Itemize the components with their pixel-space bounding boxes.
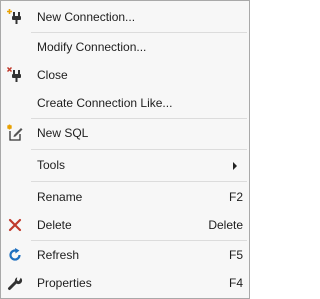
menu-item-refresh[interactable]: Refresh F5 — [3, 243, 247, 267]
menu-item-label: Properties — [37, 276, 92, 290]
menu-item-label: New SQL — [37, 126, 89, 140]
menu-item-label: Create Connection Like... — [37, 96, 173, 110]
menu-item-tools[interactable]: Tools — [3, 153, 247, 177]
submenu-arrow-icon — [233, 162, 237, 170]
sql-editor-icon — [5, 123, 25, 143]
menu-item-close[interactable]: Close — [3, 63, 247, 87]
menu-item-rename[interactable]: Rename F2 — [3, 185, 247, 209]
menu-item-new-connection[interactable]: New Connection... — [3, 5, 247, 29]
plug-plus-icon — [5, 7, 25, 27]
menu-item-label: Rename — [37, 190, 83, 204]
menu-item-shortcut: F4 — [228, 276, 243, 290]
menu-item-label: Modify Connection... — [37, 40, 147, 54]
menu-item-shortcut: F5 — [228, 248, 243, 262]
refresh-icon — [5, 245, 25, 265]
menu-separator — [31, 118, 247, 119]
menu-item-new-sql[interactable]: New SQL — [3, 121, 247, 145]
menu-item-shortcut: F2 — [228, 190, 243, 204]
menu-item-create-connection-like[interactable]: Create Connection Like... — [3, 91, 247, 115]
menu-item-label: Close — [37, 68, 68, 82]
plug-close-icon — [5, 65, 25, 85]
context-menu: New Connection... Modify Connection... C… — [0, 0, 250, 299]
delete-x-icon — [5, 215, 25, 235]
menu-item-label: Tools — [37, 158, 66, 172]
menu-separator — [31, 181, 247, 182]
menu-item-label: Refresh — [37, 248, 80, 262]
menu-item-modify-connection[interactable]: Modify Connection... — [3, 35, 247, 59]
wrench-icon — [5, 273, 25, 293]
menu-separator — [31, 149, 247, 150]
menu-item-properties[interactable]: Properties F4 — [3, 271, 247, 295]
menu-separator — [31, 32, 247, 33]
menu-item-label: New Connection... — [37, 10, 136, 24]
menu-item-delete[interactable]: Delete Delete — [3, 213, 247, 237]
menu-item-shortcut: Delete — [208, 218, 243, 232]
menu-separator — [31, 240, 247, 241]
menu-item-label: Delete — [37, 218, 72, 232]
